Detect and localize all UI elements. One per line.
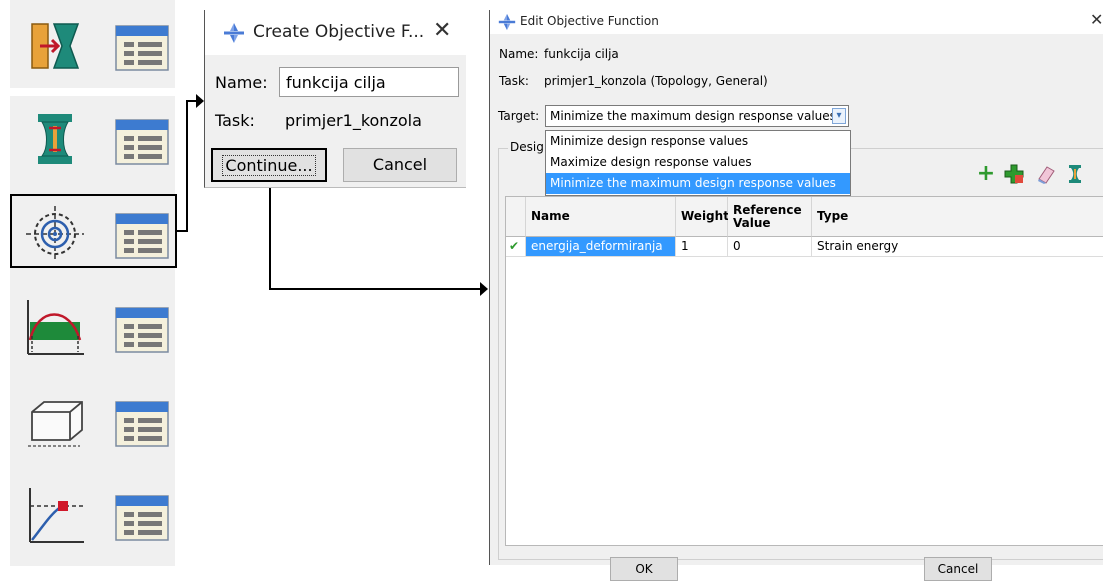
design-responses-table: Name Weight Reference Value Type ✔ energ…: [505, 196, 1103, 546]
table-header-type: Type: [812, 197, 1103, 237]
edit-dialog-title: Edit Objective Function: [520, 14, 659, 28]
target-select[interactable]: Minimize the maximum design response val…: [545, 105, 849, 127]
create-objective-dialog: Create Objective F... ✕ Name: funkcija c…: [204, 10, 467, 188]
design-response-create-icon[interactable]: [24, 14, 86, 76]
table-header-name: Name: [526, 197, 676, 237]
name-label: Name:: [499, 47, 539, 61]
abaqus-logo-icon: [498, 13, 516, 31]
optimization-task-manager-icon[interactable]: [108, 492, 174, 544]
close-icon[interactable]: ✕: [433, 18, 451, 43]
add-row-icon[interactable]: +: [975, 163, 997, 185]
design-response-manager-icon[interactable]: [108, 22, 174, 74]
connector-line: [186, 100, 188, 232]
cancel-button[interactable]: Cancel: [924, 557, 992, 581]
add-rows-icon[interactable]: [1003, 163, 1025, 185]
objective-function-highlight-box: [10, 194, 177, 268]
geometric-restriction-manager-icon[interactable]: [108, 304, 174, 356]
target-dropdown-list: Minimize design response values Maximize…: [545, 130, 851, 196]
tool-row-geometric-restriction: [10, 286, 175, 366]
table-cell-reference-value[interactable]: 0: [728, 237, 812, 257]
abaqus-logo-icon: [224, 23, 244, 43]
task-value: primjer1_konzola (Topology, General): [544, 74, 768, 88]
tool-row-design-response: [10, 4, 175, 84]
edit-objective-dialog: Edit Objective Function ✕ Name: funkcija…: [489, 10, 1103, 581]
dropdown-option[interactable]: Minimize design response values: [546, 131, 850, 152]
target-selected-value: Minimize the maximum design response val…: [550, 109, 836, 123]
row-checkmark-icon[interactable]: ✔: [506, 237, 526, 257]
constraint-icon[interactable]: [1064, 163, 1086, 185]
tool-row-constraint: [10, 98, 175, 178]
close-icon[interactable]: ✕: [1090, 10, 1103, 29]
dropdown-option[interactable]: Maximize design response values: [546, 152, 850, 173]
tool-row-stop-condition: [10, 380, 175, 460]
create-dialog-title: Create Objective F...: [253, 22, 425, 42]
stop-condition-create-icon[interactable]: [24, 390, 86, 452]
chevron-down-icon[interactable]: ▾: [832, 108, 846, 124]
create-dialog-titlebar[interactable]: Create Objective F... ✕: [205, 10, 467, 55]
stop-condition-manager-icon[interactable]: [108, 398, 174, 450]
task-label: Task:: [499, 74, 529, 88]
name-value: funkcija cilja: [544, 47, 619, 61]
table-header-check: [506, 197, 526, 237]
cancel-button[interactable]: Cancel: [343, 148, 457, 182]
target-label: Target:: [498, 109, 540, 123]
connector-line: [269, 186, 271, 290]
table-cell-name[interactable]: energija_deformiranja: [526, 237, 676, 257]
name-input[interactable]: funkcija cilja: [279, 67, 459, 97]
dropdown-option-selected[interactable]: Minimize the maximum design response val…: [546, 173, 850, 194]
eraser-icon[interactable]: [1035, 163, 1057, 185]
connector-line: [269, 288, 483, 290]
optimization-task-create-icon[interactable]: [24, 484, 86, 546]
constraint-create-icon[interactable]: [24, 108, 86, 170]
name-label: Name:: [215, 73, 268, 92]
constraint-manager-icon[interactable]: [108, 116, 174, 168]
continue-button[interactable]: Continue...: [211, 148, 327, 182]
group-title: Desig: [508, 140, 546, 154]
table-cell-type[interactable]: Strain energy: [812, 237, 1103, 257]
table-header-weight: Weight: [676, 197, 729, 237]
edit-dialog-titlebar[interactable]: Edit Objective Function ✕: [490, 10, 1103, 34]
table-header-reference-value: Reference Value: [728, 197, 812, 237]
geometric-restriction-create-icon[interactable]: [24, 296, 86, 358]
tool-row-optimization-task: [10, 474, 175, 554]
ok-button[interactable]: OK: [610, 557, 678, 581]
table-cell-weight[interactable]: 1: [676, 237, 728, 257]
task-label: Task:: [215, 111, 255, 130]
task-value: primjer1_konzola: [285, 111, 422, 130]
optimization-toolbox: [0, 0, 178, 566]
continue-button-label: Continue...: [222, 155, 316, 176]
